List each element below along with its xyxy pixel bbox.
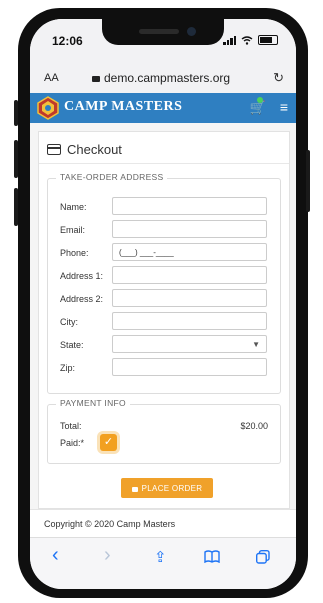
name-row: Name: xyxy=(60,197,275,217)
site-footer: Copyright © 2020 Camp Masters xyxy=(30,509,296,538)
share-icon[interactable]: ⇪ xyxy=(154,548,167,566)
lock-icon xyxy=(92,76,100,82)
checkmark-icon: ✓ xyxy=(103,436,114,448)
address-bar[interactable]: AA demo.campmasters.org ↻ xyxy=(30,65,296,94)
menu-icon[interactable]: ≡ xyxy=(280,99,288,115)
email-label: Email: xyxy=(60,225,86,235)
back-icon[interactable]: ‹ xyxy=(52,544,59,567)
checkout-card: Checkout TAKE-ORDER ADDRESS Name: Email:… xyxy=(38,131,290,509)
page-content: Checkout TAKE-ORDER ADDRESS Name: Email:… xyxy=(30,123,296,509)
chevron-down-icon: ▼ xyxy=(252,340,260,349)
text-size-button[interactable]: AA xyxy=(44,72,59,84)
status-time: 12:06 xyxy=(52,34,83,48)
address1-row: Address 1: xyxy=(60,266,275,286)
volume-down-button xyxy=(14,188,18,226)
notch xyxy=(102,19,224,45)
city-row: City: xyxy=(60,312,275,332)
site-header: CAMP MASTERS 🛒 ≡ xyxy=(30,93,296,123)
email-row: Email: xyxy=(60,220,275,240)
lock-icon xyxy=(131,486,138,492)
url-text: demo.campmasters.org xyxy=(104,71,231,85)
tabs-icon[interactable] xyxy=(256,550,270,564)
wifi-icon xyxy=(241,35,253,45)
divider xyxy=(39,163,289,164)
volume-up-button xyxy=(14,140,18,178)
browser-toolbar: ‹ › ⇪ xyxy=(30,537,296,589)
status-icons xyxy=(223,35,278,45)
phone-label: Phone: xyxy=(60,248,89,258)
address2-input[interactable] xyxy=(112,289,267,307)
zip-label: Zip: xyxy=(60,363,76,373)
checkout-title: Checkout xyxy=(67,142,122,157)
copyright-text: Copyright © 2020 Camp Masters xyxy=(44,519,176,529)
paid-label: Paid:* xyxy=(60,438,85,448)
name-label: Name: xyxy=(60,202,87,212)
reload-icon[interactable]: ↻ xyxy=(273,70,284,86)
total-value: $20.00 xyxy=(240,421,268,431)
state-label: State: xyxy=(60,340,84,350)
credit-card-icon xyxy=(47,144,61,155)
place-order-button[interactable]: PLACE ORDER xyxy=(121,478,213,498)
address-section-title: TAKE-ORDER ADDRESS xyxy=(56,172,168,182)
checkout-header: Checkout xyxy=(47,142,122,157)
front-camera xyxy=(187,27,196,36)
bookmarks-icon[interactable] xyxy=(204,550,220,563)
brand-name[interactable]: CAMP MASTERS xyxy=(64,99,182,115)
city-input[interactable] xyxy=(112,312,267,330)
email-input[interactable] xyxy=(112,220,267,238)
paid-row: Paid:* ✓ xyxy=(60,434,140,452)
phone-screen: 12:06 AA demo.campmasters.org ↻ CAMP MAS… xyxy=(30,19,296,589)
mute-switch xyxy=(14,100,18,126)
place-order-label: PLACE ORDER xyxy=(141,483,203,493)
total-label: Total: xyxy=(60,421,82,431)
address1-label: Address 1: xyxy=(60,271,104,281)
battery-icon xyxy=(258,35,278,45)
name-input[interactable] xyxy=(112,197,267,215)
address-fieldset: TAKE-ORDER ADDRESS Name: Email: Phone: (… xyxy=(47,172,281,394)
cart-badge xyxy=(256,97,263,103)
power-button xyxy=(306,150,310,212)
cart-icon[interactable]: 🛒 xyxy=(250,97,266,116)
speaker xyxy=(139,29,179,34)
payment-fieldset: PAYMENT INFO Total: $20.00 Paid:* ✓ xyxy=(47,398,281,464)
forward-icon[interactable]: › xyxy=(104,544,111,567)
url-display[interactable]: demo.campmasters.org xyxy=(92,71,230,85)
zip-row: Zip: xyxy=(60,358,275,378)
payment-section-title: PAYMENT INFO xyxy=(56,398,130,408)
status-bar: 12:06 xyxy=(30,19,296,65)
paid-checkbox[interactable]: ✓ xyxy=(100,434,117,451)
camp-masters-logo[interactable] xyxy=(36,96,60,120)
phone-row: Phone: (___) ___-____ xyxy=(60,243,275,263)
phone-input[interactable]: (___) ___-____ xyxy=(112,243,267,261)
state-select[interactable]: ▼ xyxy=(112,335,267,353)
state-row: State: ▼ xyxy=(60,335,275,355)
address2-label: Address 2: xyxy=(60,294,104,304)
address2-row: Address 2: xyxy=(60,289,275,309)
signal-icon xyxy=(223,35,236,45)
zip-input[interactable] xyxy=(112,358,267,376)
address1-input[interactable] xyxy=(112,266,267,284)
city-label: City: xyxy=(60,317,78,327)
